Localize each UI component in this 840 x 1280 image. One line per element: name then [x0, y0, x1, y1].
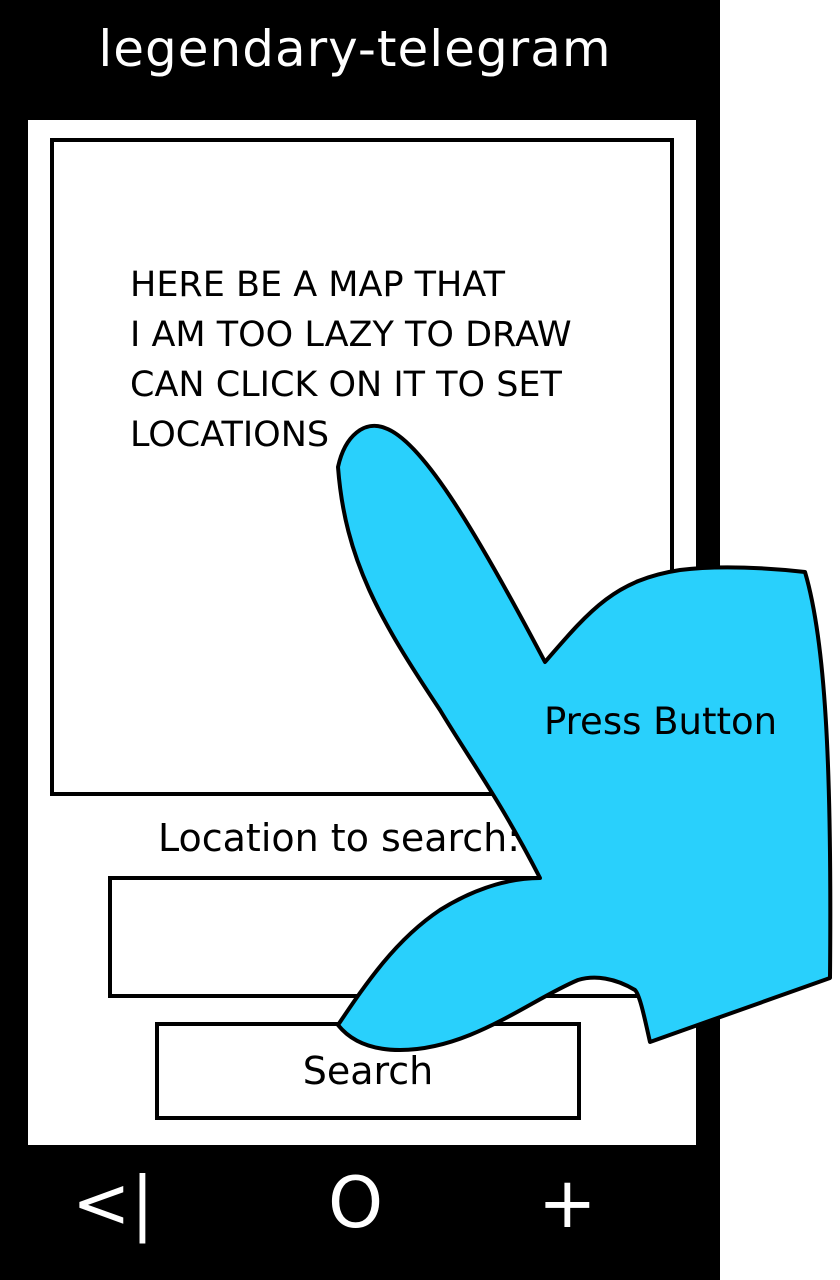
- search-button[interactable]: Search: [155, 1022, 581, 1120]
- app-screen: HERE BE A MAP THAT I AM TOO LAZY TO DRAW…: [28, 120, 696, 1145]
- press-button-annotation: Press Button: [544, 700, 778, 743]
- location-search-input[interactable]: [108, 876, 650, 998]
- phone-frame: legendary-telegram HERE BE A MAP THAT I …: [0, 0, 720, 1280]
- navigation-bar: <| O +: [0, 1150, 720, 1280]
- back-button[interactable]: <|: [72, 1162, 154, 1244]
- map-placeholder-text: HERE BE A MAP THAT I AM TOO LAZY TO DRAW…: [130, 265, 572, 455]
- home-button[interactable]: O: [328, 1162, 383, 1244]
- location-label: Location to search:: [158, 816, 521, 860]
- add-button[interactable]: +: [538, 1162, 597, 1244]
- map-view[interactable]: HERE BE A MAP THAT I AM TOO LAZY TO DRAW…: [50, 138, 674, 796]
- app-title: legendary-telegram: [98, 20, 612, 78]
